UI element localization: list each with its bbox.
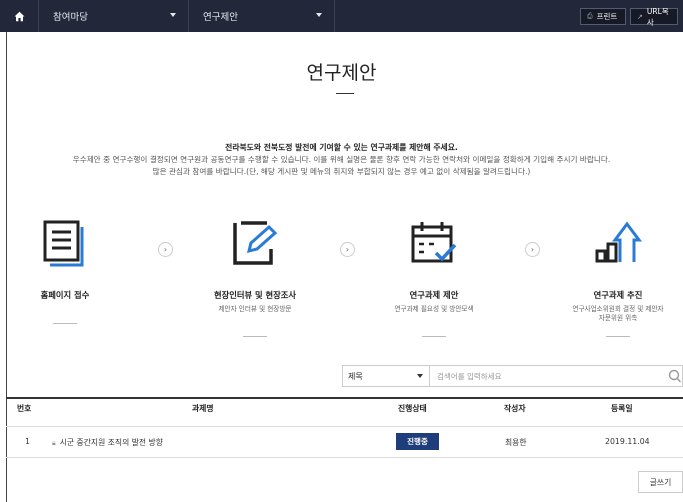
step-divider (422, 336, 446, 337)
table-top-border (6, 397, 683, 399)
calendar-check-icon (411, 222, 457, 263)
step-title: 현장인터뷰 및 현장조사 (213, 290, 297, 300)
home-icon (14, 11, 24, 21)
print-button[interactable]: ⎙ 프린트 (580, 8, 626, 25)
step-divider (606, 336, 630, 337)
table-row-divider (6, 457, 683, 458)
process-step-proposal: 연구과제 제안 연구과제 필요성 및 방안모색 (369, 213, 499, 337)
search-field-select[interactable]: 제목 (342, 365, 430, 387)
process-step-interview: 현장인터뷰 및 현장조사 제안자 인터뷰 및 현장방문 (190, 213, 320, 337)
column-header-status: 진행상태 (398, 404, 427, 413)
step-divider (53, 323, 77, 324)
step-divider (243, 336, 267, 337)
top-navigation-bar: 참여마당 연구제안 ⎙ 프린트 ↗ URL복사 (0, 0, 683, 32)
search-input[interactable] (430, 365, 683, 387)
copy-url-button-label: URL복사 (646, 6, 669, 27)
chevron-right-icon: › (340, 242, 355, 257)
nav-menu-research-proposal[interactable]: 연구제안 (188, 0, 334, 32)
step-title: 연구과제 추진 (593, 290, 643, 300)
caret-down-icon (170, 13, 176, 17)
caret-down-icon (417, 374, 423, 378)
search-button[interactable] (668, 368, 682, 384)
status-badge: 진행중 (396, 433, 439, 450)
column-header-number: 번호 (17, 404, 32, 413)
row-title-link[interactable]: 🔒︎ 시군 중간지원 조직의 발전 방향 (52, 437, 163, 448)
title-underline (336, 93, 354, 94)
intro-text-line: 우수제안 중 연구수행이 결정되면 연구원과 공동연구를 수행할 수 있습니다.… (72, 155, 611, 164)
document-icon (43, 220, 84, 267)
intro-headline: 전라북도와 전북도정 발전에 기여할 수 있는 연구과제를 제안해 주세요. (225, 143, 458, 152)
growth-chart-icon (595, 221, 642, 263)
share-icon: ↗ (637, 12, 643, 21)
edit-document-icon (233, 221, 278, 265)
search-field-select-value: 제목 (348, 371, 363, 381)
write-button[interactable]: 글쓰기 (638, 471, 683, 493)
page-title: 연구제안 (306, 62, 377, 84)
nav-menu-participation-label: 참여마당 (53, 12, 88, 23)
print-icon: ⎙ (587, 12, 593, 20)
step-description: 연구사업소위원회 결정 및 제안자 (572, 305, 664, 313)
chevron-right-icon: › (525, 242, 540, 257)
step-title: 연구과제 제안 (409, 290, 459, 300)
table-header-divider (6, 426, 683, 427)
row-number: 1 (25, 437, 30, 446)
print-button-label: 프린트 (596, 12, 618, 21)
process-step-execution: 연구과제 추진 연구사업소위원회 결정 및 제안자 자문위원 위촉 (553, 213, 683, 337)
step-description: 자문위원 위촉 (598, 314, 638, 322)
step-description: 연구과제 필요성 및 방안모색 (394, 305, 474, 313)
column-header-author: 작성자 (504, 404, 526, 413)
intro-text-line: 많은 관심과 참여를 바랍니다.(단, 해당 게시판 및 메뉴의 취지와 부합되… (152, 167, 531, 176)
column-header-date: 등록일 (611, 404, 633, 413)
column-header-title: 과제명 (192, 404, 214, 413)
caret-down-icon (316, 13, 322, 17)
search-icon (668, 369, 682, 383)
chevron-right-icon: › (158, 242, 173, 257)
row-author: 최용한 (505, 438, 527, 447)
row-date: 2019.11.04 (605, 437, 650, 446)
process-step-website-submission: 홈페이지 접수 (0, 213, 130, 324)
nav-menu-research-proposal-label: 연구제안 (203, 12, 238, 23)
nav-divider (334, 0, 335, 32)
copy-url-button[interactable]: ↗ URL복사 (630, 6, 678, 27)
step-description: 제안자 인터뷰 및 현장방문 (218, 305, 292, 313)
step-title: 홈페이지 접수 (40, 290, 90, 300)
nav-menu-participation[interactable]: 참여마당 (38, 0, 188, 32)
lock-icon: 🔒︎ (52, 439, 56, 447)
row-title-text: 시군 중간지원 조직의 발전 방향 (59, 438, 163, 447)
home-button[interactable] (0, 0, 38, 32)
